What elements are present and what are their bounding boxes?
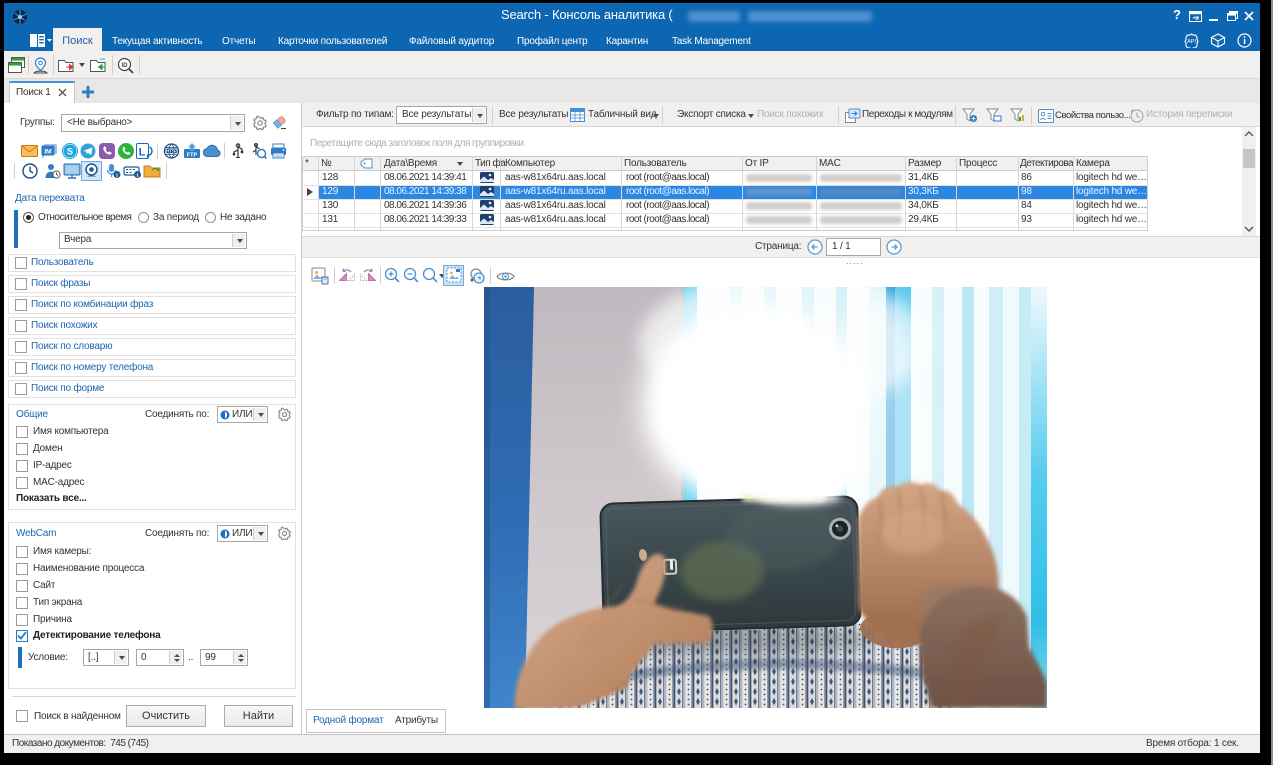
svg-text:API: API — [1187, 39, 1196, 45]
svg-text:S: S — [67, 147, 73, 158]
svg-text:FTP: FTP — [187, 153, 198, 159]
svg-text:L: L — [139, 147, 146, 159]
svg-text:HTTP: HTTP — [166, 148, 177, 153]
svg-text:IM: IM — [44, 149, 51, 156]
svg-text:ID: ID — [122, 63, 129, 69]
